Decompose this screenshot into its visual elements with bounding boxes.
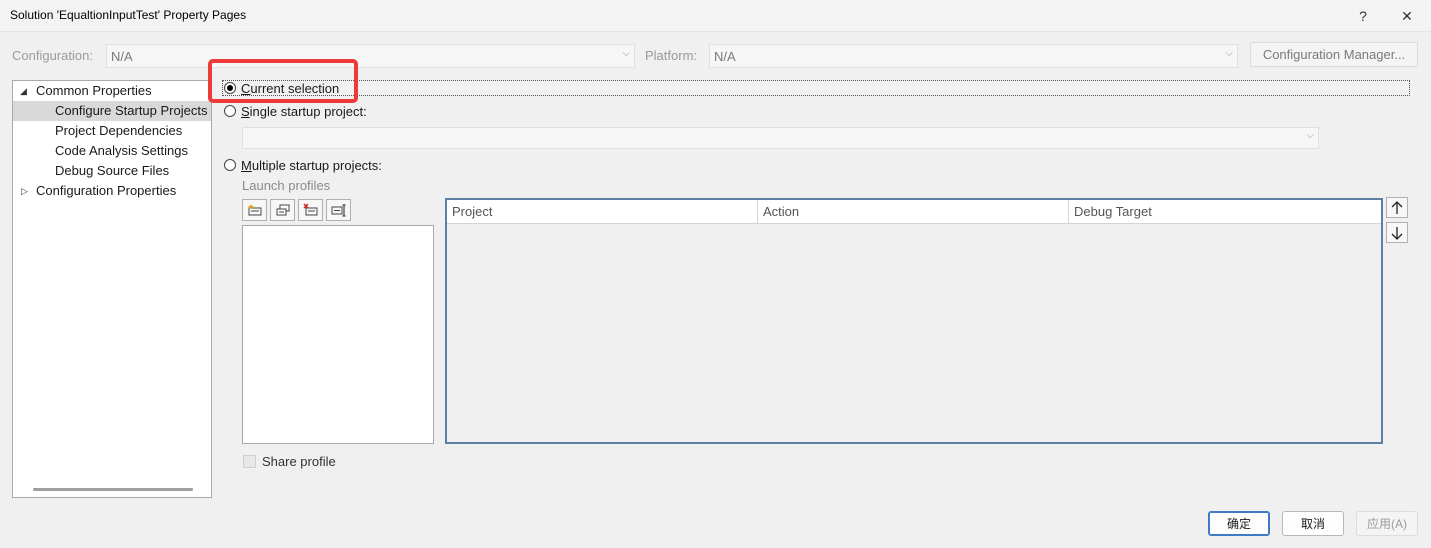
accelerator-key: M bbox=[241, 158, 252, 173]
cancel-button[interactable]: 取消 bbox=[1282, 511, 1344, 536]
close-icon: ✕ bbox=[1401, 7, 1413, 24]
chevron-down-icon: ⌵ bbox=[1306, 130, 1314, 141]
collapsed-triangle-icon[interactable]: ▷ bbox=[21, 181, 28, 201]
tree-item-label: Project Dependencies bbox=[55, 123, 183, 138]
single-startup-label[interactable]: Single startup project: bbox=[241, 104, 367, 119]
rename-profile-icon bbox=[331, 204, 345, 217]
column-header-debug-target[interactable]: Debug Target bbox=[1069, 200, 1381, 223]
ok-button[interactable]: 确定 bbox=[1208, 511, 1270, 536]
tree-item-label: Debug Source Files bbox=[55, 163, 170, 178]
copy-profile-icon bbox=[276, 204, 289, 216]
delete-profile-button[interactable] bbox=[298, 199, 323, 221]
tree-item-label: Code Analysis Settings bbox=[55, 143, 188, 158]
launch-profiles-label: Launch profiles bbox=[242, 178, 331, 193]
share-profile-label: Share profile bbox=[262, 454, 336, 469]
column-header-project[interactable]: Project bbox=[447, 200, 758, 223]
horizontal-scrollbar[interactable] bbox=[33, 488, 193, 491]
help-button[interactable]: ? bbox=[1345, 0, 1381, 32]
tree-item-code-analysis-settings[interactable]: Code Analysis Settings bbox=[13, 141, 211, 161]
configuration-label: Configuration: bbox=[12, 48, 93, 63]
apply-button[interactable]: 应用(A) bbox=[1356, 511, 1418, 536]
move-up-button[interactable] bbox=[1386, 197, 1408, 218]
help-icon: ? bbox=[1359, 8, 1367, 24]
platform-label: Platform: bbox=[645, 48, 698, 63]
title-bar: Solution 'EqualtionInputTest' Property P… bbox=[0, 0, 1431, 32]
configuration-dropdown[interactable]: N/A ⌵ bbox=[106, 44, 635, 68]
single-startup-dropdown[interactable]: ⌵ bbox=[242, 127, 1319, 149]
tree-item-label: Configuration Properties bbox=[36, 183, 177, 198]
rename-profile-button[interactable] bbox=[326, 199, 351, 221]
platform-value: N/A bbox=[714, 49, 736, 64]
property-tree[interactable]: ◢ Common Properties Configure Startup Pr… bbox=[12, 80, 212, 498]
move-down-button[interactable] bbox=[1386, 222, 1408, 243]
configuration-manager-button[interactable]: Configuration Manager... bbox=[1250, 42, 1418, 67]
chevron-down-icon: ⌵ bbox=[622, 48, 630, 59]
column-header-action[interactable]: Action bbox=[758, 200, 1069, 223]
close-button[interactable]: ✕ bbox=[1389, 0, 1425, 32]
tree-item-label: Configure Startup Projects bbox=[55, 103, 208, 118]
copy-profile-button[interactable] bbox=[270, 199, 295, 221]
tree-item-label: Common Properties bbox=[36, 83, 152, 98]
new-profile-button[interactable] bbox=[242, 199, 267, 221]
chevron-down-icon: ⌵ bbox=[1225, 48, 1233, 59]
label-rest: ingle startup project: bbox=[249, 104, 367, 119]
label-rest: ultiple startup projects: bbox=[251, 158, 382, 173]
arrow-down-icon bbox=[1391, 226, 1403, 240]
accelerator-key: S bbox=[241, 104, 250, 119]
launch-profiles-list[interactable] bbox=[242, 225, 434, 444]
multiple-startup-radio[interactable] bbox=[224, 159, 236, 171]
expanded-triangle-icon[interactable]: ◢ bbox=[20, 81, 27, 101]
arrow-up-icon bbox=[1391, 200, 1403, 214]
tree-item-debug-source-files[interactable]: Debug Source Files bbox=[13, 161, 211, 181]
configuration-value: N/A bbox=[111, 49, 133, 64]
tree-item-configuration-properties[interactable]: ▷ Configuration Properties bbox=[13, 181, 211, 201]
tree-item-project-dependencies[interactable]: Project Dependencies bbox=[13, 121, 211, 141]
grid-header: Project Action Debug Target bbox=[447, 200, 1381, 224]
focus-rectangle bbox=[222, 80, 1410, 96]
single-startup-radio[interactable] bbox=[224, 105, 236, 117]
platform-dropdown[interactable]: N/A ⌵ bbox=[709, 44, 1238, 68]
red-highlight-box bbox=[208, 59, 358, 103]
startup-projects-grid[interactable]: Project Action Debug Target bbox=[445, 198, 1383, 444]
window-title: Solution 'EqualtionInputTest' Property P… bbox=[10, 8, 247, 22]
tree-item-configure-startup-projects[interactable]: Configure Startup Projects bbox=[13, 101, 211, 121]
delete-profile-icon bbox=[302, 203, 317, 216]
new-profile-icon bbox=[247, 204, 261, 216]
tree-item-common-properties[interactable]: ◢ Common Properties bbox=[13, 81, 211, 101]
multiple-startup-label[interactable]: Multiple startup projects: bbox=[241, 158, 382, 173]
share-profile-checkbox[interactable] bbox=[243, 455, 256, 468]
